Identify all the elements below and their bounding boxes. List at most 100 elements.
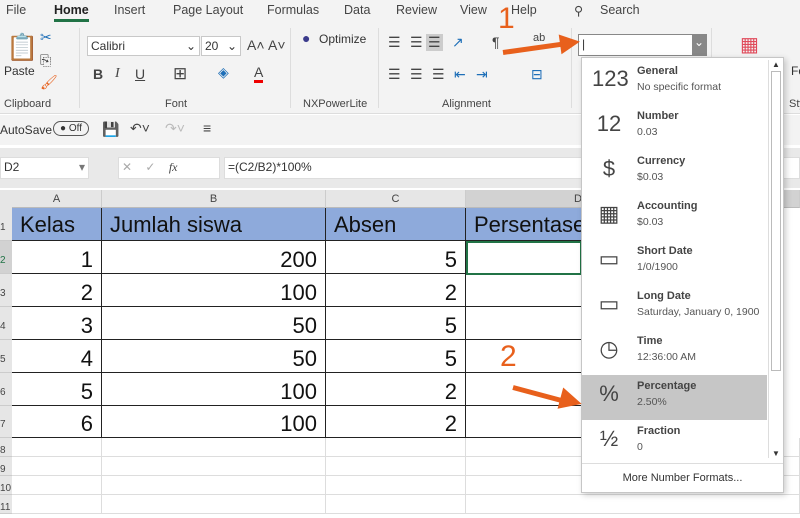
format-item-short-date[interactable]: ▭ Short Date 1/0/1900	[582, 240, 767, 285]
column-header-a[interactable]: A	[12, 190, 102, 208]
optimize-button[interactable]: Optimize	[319, 32, 366, 46]
table-cell[interactable]: 2	[12, 274, 102, 307]
copy-icon[interactable]: ⎘	[40, 52, 51, 69]
table-cell-d[interactable]	[466, 307, 582, 340]
table-cell-d[interactable]	[466, 340, 582, 373]
table-cell[interactable]: 100	[102, 274, 326, 307]
search-icon[interactable]: ⚲	[574, 3, 583, 18]
decrease-indent-icon[interactable]: ⇤	[454, 66, 466, 83]
empty-cell[interactable]	[326, 457, 466, 476]
table-cell[interactable]: 200	[102, 241, 326, 274]
paragraph-icon[interactable]: ¶	[492, 34, 500, 50]
menu-data[interactable]: Data	[344, 3, 370, 17]
italic-button[interactable]: I	[115, 66, 120, 82]
empty-cell[interactable]	[326, 438, 466, 457]
align-left-icon[interactable]: ☰	[388, 66, 401, 83]
table-cell[interactable]: 5	[326, 340, 466, 373]
table-cell[interactable]: 5	[326, 241, 466, 274]
format-item-percentage[interactable]: % Percentage 2.50%	[582, 375, 767, 420]
table-cell[interactable]: 100	[102, 373, 326, 406]
menu-formulas[interactable]: Formulas	[267, 3, 319, 17]
row-header-2[interactable]: 2	[0, 241, 12, 274]
column-header-b[interactable]: B	[102, 190, 326, 208]
empty-cell[interactable]	[102, 495, 326, 514]
format-item-long-date[interactable]: ▭ Long Date Saturday, January 0, 1900	[582, 285, 767, 330]
menu-file[interactable]: File	[6, 3, 26, 17]
increase-indent-icon[interactable]: ⇥	[476, 66, 488, 83]
format-item-fraction[interactable]: ½ Fraction 0	[582, 420, 767, 465]
undo-icon[interactable]: ↶˅	[130, 120, 150, 137]
empty-cell[interactable]	[102, 476, 326, 495]
align-center-icon[interactable]: ☰	[410, 66, 423, 83]
insert-function-icon[interactable]: fx	[169, 160, 178, 174]
row-header-4[interactable]: 4	[0, 307, 12, 340]
scroll-thumb[interactable]	[771, 71, 781, 371]
format-item-number[interactable]: 12 Number 0.03	[582, 105, 767, 150]
menu-review[interactable]: Review	[396, 3, 437, 17]
header-cell[interactable]: Persentase	[466, 208, 582, 241]
empty-cell[interactable]	[12, 476, 102, 495]
scroll-up-icon[interactable]: ▲	[769, 60, 783, 69]
font-size-select[interactable]: 20 ⌄	[201, 36, 241, 56]
empty-cell[interactable]	[326, 476, 466, 495]
format-item-accounting[interactable]: ▦ Accounting $0.03	[582, 195, 767, 240]
borders-icon[interactable]: ⊞	[173, 64, 187, 84]
table-cell[interactable]: 50	[102, 307, 326, 340]
table-cell-d[interactable]	[466, 274, 582, 307]
cut-icon[interactable]: ✂	[40, 29, 52, 46]
row-header-6[interactable]: 6	[0, 373, 12, 406]
menu-insert[interactable]: Insert	[114, 3, 145, 17]
align-top-icon[interactable]: ☰	[388, 34, 401, 51]
format-item-currency[interactable]: $ Currency $0.03	[582, 150, 767, 195]
table-cell[interactable]: 2	[326, 274, 466, 307]
increase-font-icon[interactable]: A˄	[247, 37, 265, 53]
table-cell[interactable]: 3	[12, 307, 102, 340]
column-header-c[interactable]: C	[326, 190, 466, 208]
align-bottom-icon[interactable]: ☰	[426, 34, 443, 51]
active-cell-d2[interactable]	[466, 241, 582, 275]
row-header-7[interactable]: 7	[0, 406, 12, 438]
save-icon[interactable]: 💾	[102, 121, 119, 138]
row-header-10[interactable]: 10	[0, 476, 12, 495]
table-cell[interactable]: 5	[12, 373, 102, 406]
more-number-formats[interactable]: More Number Formats...	[582, 463, 783, 484]
menu-page-layout[interactable]: Page Layout	[173, 3, 243, 17]
orientation-icon[interactable]: ↗	[452, 34, 464, 51]
select-all[interactable]	[0, 190, 12, 208]
scrollbar[interactable]: ▲ ▼	[768, 60, 783, 458]
table-cell[interactable]: 50	[102, 340, 326, 373]
paste-icon[interactable]: 📋	[6, 32, 38, 63]
empty-cell[interactable]	[12, 495, 102, 514]
decrease-font-icon[interactable]: A˅	[268, 37, 286, 53]
cancel-icon[interactable]: ✕	[122, 160, 132, 174]
wrap-text-icon[interactable]: ab	[533, 32, 545, 44]
font-color-button[interactable]: A	[254, 64, 264, 83]
row-header-5[interactable]: 5	[0, 340, 12, 373]
format-painter-icon[interactable]: 🖌	[40, 74, 58, 91]
redo-icon[interactable]: ↷˅	[165, 120, 185, 137]
table-cell[interactable]: 4	[12, 340, 102, 373]
underline-button[interactable]: U	[135, 66, 145, 82]
table-cell[interactable]: 2	[326, 406, 466, 438]
align-right-icon[interactable]: ☰	[432, 66, 445, 83]
search-box[interactable]: Search	[600, 3, 640, 17]
table-cell[interactable]: 100	[102, 406, 326, 438]
empty-cell[interactable]	[102, 457, 326, 476]
table-cell[interactable]: 2	[326, 373, 466, 406]
header-cell[interactable]: Kelas	[12, 208, 102, 241]
header-cell[interactable]: Absen	[326, 208, 466, 241]
empty-cell[interactable]	[326, 495, 466, 514]
merge-center-icon[interactable]: ⊟	[531, 66, 543, 83]
menu-home[interactable]: Home	[54, 3, 89, 22]
table-cell[interactable]: 1	[12, 241, 102, 274]
font-name-select[interactable]: Calibri ⌄	[87, 36, 200, 56]
table-cell[interactable]: 5	[326, 307, 466, 340]
row-header-11[interactable]: 11	[0, 495, 12, 514]
format-item-general[interactable]: 123 General No specific format	[582, 60, 767, 105]
table-cell[interactable]: 6	[12, 406, 102, 438]
empty-cell[interactable]	[102, 438, 326, 457]
empty-cell[interactable]	[466, 495, 800, 514]
autosave-toggle[interactable]: ● Off	[53, 121, 89, 136]
format-item-time[interactable]: ◷ Time 12:36:00 AM	[582, 330, 767, 375]
row-header-1[interactable]: 1	[0, 208, 12, 241]
